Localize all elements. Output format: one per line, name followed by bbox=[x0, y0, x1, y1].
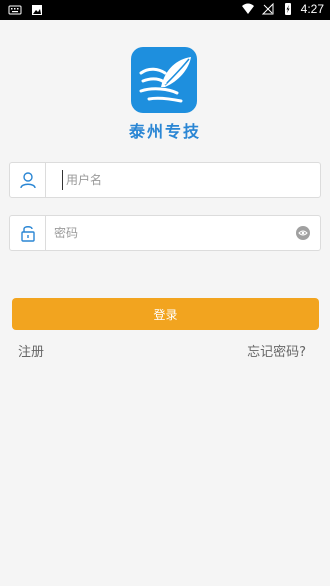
username-input[interactable] bbox=[62, 170, 302, 190]
signal-icon bbox=[261, 2, 274, 15]
lock-icon bbox=[20, 226, 35, 242]
user-icon bbox=[19, 172, 36, 189]
image-icon bbox=[32, 5, 42, 15]
wifi-icon bbox=[241, 3, 254, 14]
battery-icon bbox=[284, 3, 291, 15]
password-icon-cell bbox=[10, 216, 46, 250]
status-time: 4:27 bbox=[300, 2, 324, 16]
keyboard-icon bbox=[8, 5, 22, 15]
register-link[interactable]: 注册 bbox=[18, 341, 44, 360]
username-icon-cell bbox=[10, 163, 46, 197]
password-input[interactable] bbox=[54, 223, 294, 243]
login-button[interactable]: 登录 bbox=[12, 298, 319, 330]
eye-icon bbox=[298, 230, 308, 236]
show-password-button[interactable] bbox=[296, 226, 310, 240]
app-logo bbox=[131, 47, 197, 113]
app-name: 泰州专技 bbox=[128, 122, 201, 141]
forgot-password-link[interactable]: 忘记密码? bbox=[247, 341, 306, 360]
status-bar: 4:27 bbox=[0, 0, 330, 20]
username-field[interactable] bbox=[9, 162, 321, 198]
password-field[interactable] bbox=[9, 215, 321, 251]
quill-logo-icon bbox=[139, 57, 191, 103]
